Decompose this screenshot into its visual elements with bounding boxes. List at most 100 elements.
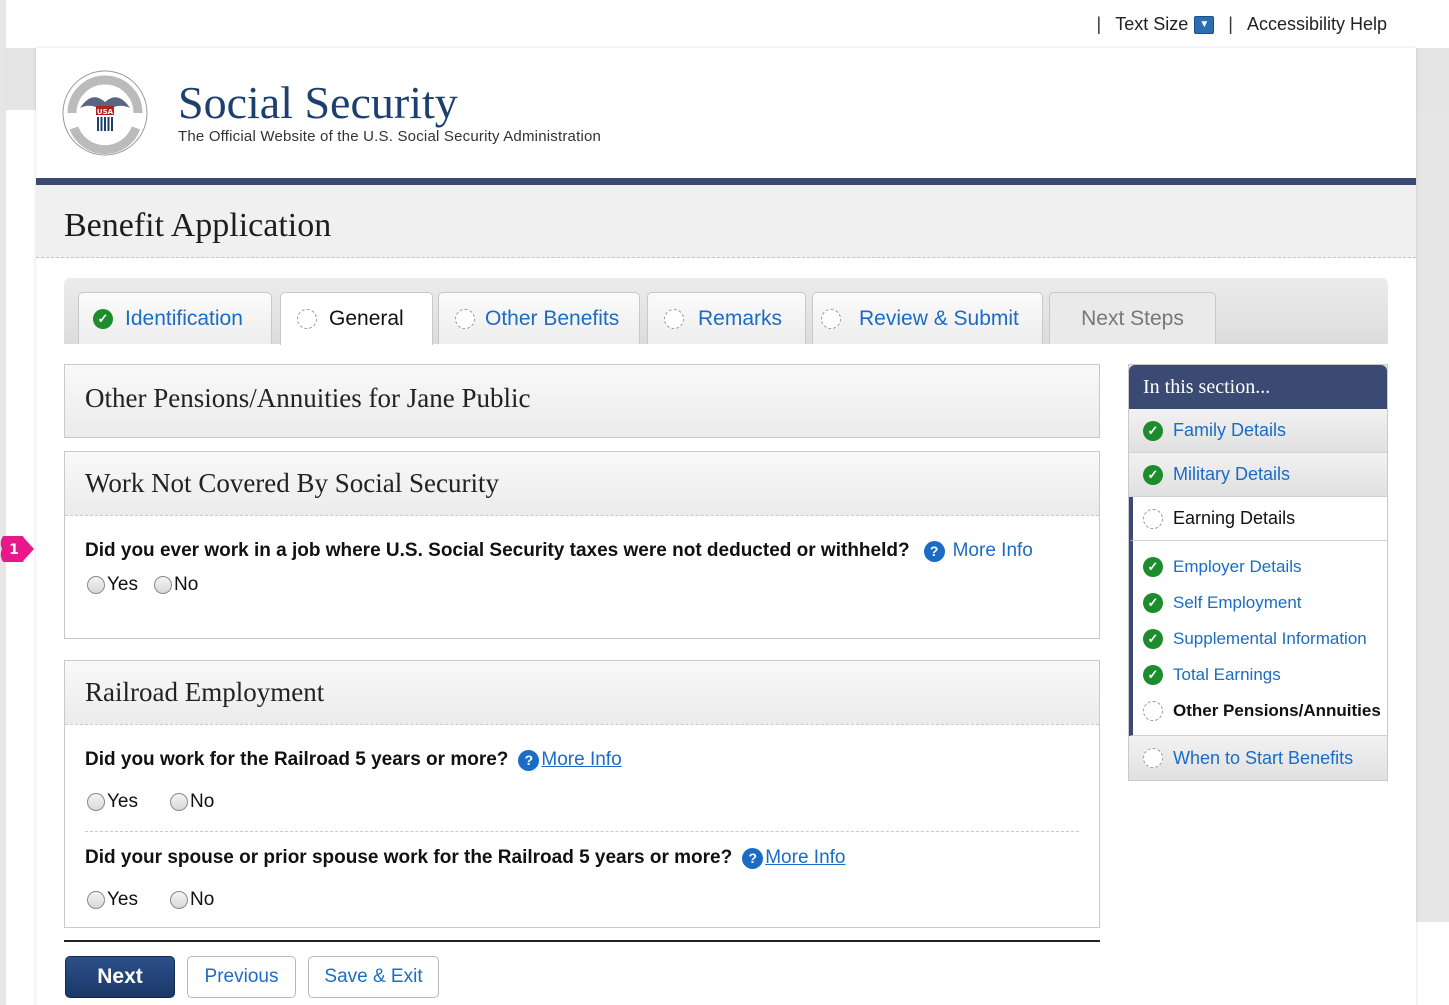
- radio-label[interactable]: No: [190, 791, 214, 813]
- masthead: USA Social Security The Official Website…: [36, 48, 1416, 178]
- svg-text:USA: USA: [97, 108, 114, 116]
- sidebar-item-label: When to Start Benefits: [1173, 747, 1354, 768]
- step-number: 1: [9, 542, 19, 558]
- masthead-rule: [36, 178, 1416, 185]
- question-text: Did you work for the Railroad 5 years or…: [85, 749, 509, 770]
- tab-next-steps: Next Steps: [1049, 292, 1216, 344]
- subnav-item-employer-details[interactable]: ✓ Employer Details: [1143, 549, 1387, 585]
- more-info-link[interactable]: More Info: [953, 540, 1033, 562]
- pensions-heading-panel: Other Pensions/Annuities for Jane Public: [64, 364, 1100, 438]
- page-title: Benefit Application: [64, 207, 332, 244]
- next-button[interactable]: Next: [65, 956, 175, 998]
- sidebar-item-label: Family Details: [1173, 420, 1287, 440]
- text-size-dropdown-icon[interactable]: ▼: [1194, 15, 1215, 34]
- radio-button[interactable]: [170, 793, 188, 811]
- radio-button[interactable]: [154, 576, 172, 594]
- subnav-item-label: Self Employment: [1173, 593, 1302, 612]
- radio-label[interactable]: No: [174, 574, 198, 596]
- tab-label: Next Steps: [1081, 306, 1184, 330]
- radio-button[interactable]: [170, 891, 188, 909]
- subnav-item-label: Other Pensions/Annuities: [1173, 701, 1381, 720]
- empty-circle-icon: [297, 309, 317, 329]
- subnav-item-label: Supplemental Information: [1173, 629, 1367, 648]
- radio-label[interactable]: Yes: [107, 791, 138, 813]
- sidebar-item-family-details[interactable]: ✓ Family Details: [1129, 409, 1387, 453]
- application-page: USA Social Security The Official Website…: [36, 48, 1416, 1005]
- railroad-employment-panel: Railroad Employment Did you work for the…: [64, 660, 1100, 928]
- subnav-item-label: Total Earnings: [1173, 665, 1281, 684]
- subnav-item-total-earnings[interactable]: ✓ Total Earnings: [1143, 657, 1387, 693]
- subnav-item-self-employment[interactable]: ✓ Self Employment: [1143, 585, 1387, 621]
- sidebar-item-earning-details[interactable]: Earning Details: [1129, 497, 1387, 541]
- check-icon: ✓: [93, 308, 113, 329]
- step-number-badge: 1: [0, 536, 34, 562]
- tab-review-submit[interactable]: Review & Submit: [812, 292, 1043, 344]
- footer-rule: [64, 940, 1100, 942]
- tab-label: General: [329, 307, 404, 330]
- previous-button[interactable]: Previous: [187, 956, 296, 998]
- radio-label[interactable]: Yes: [107, 889, 138, 911]
- page-right-gutter: [1416, 112, 1449, 922]
- empty-circle-icon: [664, 308, 684, 329]
- section-nav-sidebar: In this section... ✓ Family Details ✓ Mi…: [1128, 364, 1388, 781]
- sidebar-item-label: Earning Details: [1173, 508, 1296, 528]
- radio-button[interactable]: [87, 793, 105, 811]
- tab-label: Identification: [125, 306, 243, 330]
- subnav-item-label: Employer Details: [1173, 557, 1302, 576]
- more-info-link[interactable]: More Info: [765, 847, 845, 869]
- tab-remarks[interactable]: Remarks: [647, 292, 806, 344]
- page-left-gutter: [0, 0, 6, 1005]
- radio-button[interactable]: [87, 576, 105, 594]
- earning-details-subnav: ✓ Employer Details ✓ Self Employment ✓ S…: [1129, 541, 1387, 736]
- tab-label: Review & Submit: [859, 306, 1019, 330]
- empty-circle-icon: [1143, 748, 1163, 768]
- radio-yes[interactable]: Yes: [87, 574, 138, 596]
- question-divider: [85, 831, 1079, 832]
- sidebar-item-when-to-start-benefits[interactable]: When to Start Benefits: [1129, 736, 1387, 780]
- radio-yes[interactable]: Yes: [87, 791, 138, 813]
- panel-title: Railroad Employment: [65, 661, 1099, 725]
- subnav-item-supplemental-information[interactable]: ✓ Supplemental Information: [1143, 621, 1387, 657]
- save-exit-button[interactable]: Save & Exit: [308, 956, 439, 998]
- radio-no[interactable]: No: [170, 791, 214, 813]
- sidebar-heading: In this section...: [1129, 365, 1387, 409]
- railroad-spouse-radio-group: Yes No: [87, 889, 214, 911]
- help-icon[interactable]: ?: [742, 847, 764, 869]
- site-title[interactable]: Social Security: [178, 76, 458, 129]
- help-icon[interactable]: ?: [923, 540, 945, 562]
- railroad-self-radio-group: Yes No: [87, 791, 214, 813]
- question-railroad-spouse: Did your spouse or prior spouse work for…: [85, 847, 845, 869]
- radio-label[interactable]: Yes: [107, 574, 138, 596]
- check-icon: ✓: [1143, 629, 1163, 649]
- work-not-covered-panel: Work Not Covered By Social Security Did …: [64, 451, 1100, 639]
- tab-other-benefits[interactable]: Other Benefits: [438, 292, 640, 344]
- question-untaxed-work: Did you ever work in a job where U.S. So…: [85, 540, 1033, 562]
- check-icon: ✓: [1143, 557, 1163, 577]
- ssa-seal-logo[interactable]: USA: [60, 68, 150, 158]
- utility-separator: |: [1228, 14, 1233, 34]
- help-icon[interactable]: ?: [518, 749, 540, 771]
- radio-no[interactable]: No: [154, 574, 198, 596]
- app-header: Benefit Application: [36, 185, 1416, 258]
- text-size-label[interactable]: Text Size: [1115, 14, 1188, 35]
- question-text: Did your spouse or prior spouse work for…: [85, 847, 733, 868]
- tab-general[interactable]: General: [280, 292, 433, 345]
- sidebar-item-label: Military Details: [1173, 464, 1291, 484]
- empty-circle-icon: [1143, 508, 1163, 529]
- progress-tabs: ✓ Identification General Other Benefits …: [64, 278, 1388, 345]
- radio-button[interactable]: [87, 891, 105, 909]
- page-right-gutter-top: [1416, 48, 1449, 112]
- radio-label[interactable]: No: [190, 889, 214, 911]
- more-info-link[interactable]: More Info: [541, 749, 621, 771]
- subnav-item-other-pensions[interactable]: Other Pensions/Annuities: [1143, 693, 1387, 729]
- tab-label: Other Benefits: [485, 306, 620, 330]
- tab-identification[interactable]: ✓ Identification: [78, 292, 272, 344]
- utility-separator: |: [1096, 14, 1102, 34]
- radio-no[interactable]: No: [170, 889, 214, 911]
- question-railroad-self: Did you work for the Railroad 5 years or…: [85, 749, 622, 771]
- utility-bar: | Text Size ▼ | Accessibility Help: [1083, 14, 1387, 35]
- panel-title: Work Not Covered By Social Security: [65, 452, 1099, 516]
- accessibility-help-link[interactable]: Accessibility Help: [1247, 14, 1387, 35]
- radio-yes[interactable]: Yes: [87, 889, 138, 911]
- sidebar-item-military-details[interactable]: ✓ Military Details: [1129, 453, 1387, 497]
